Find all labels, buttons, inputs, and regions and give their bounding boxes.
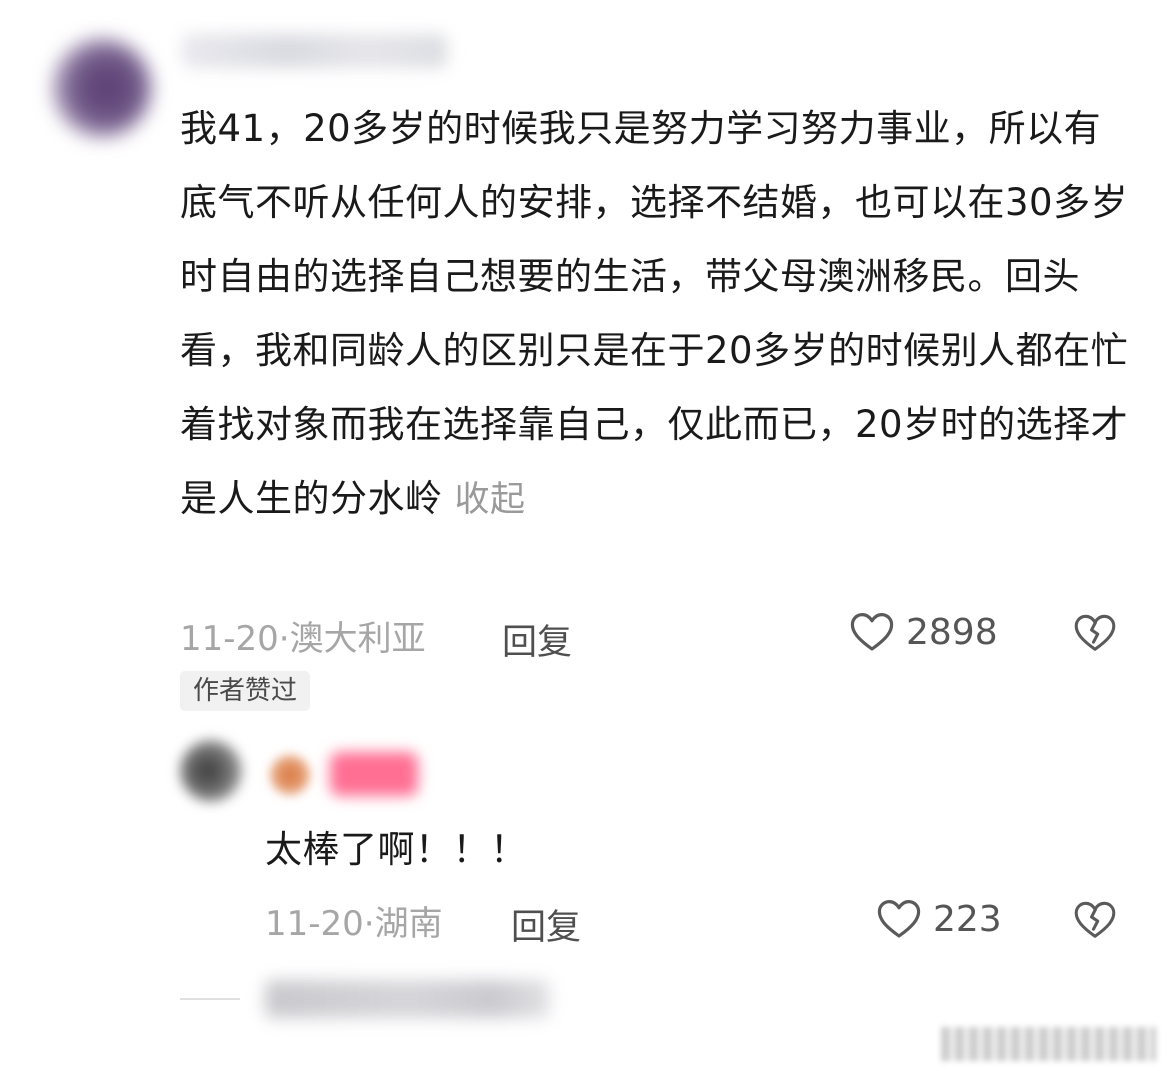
broken-heart-icon[interactable] [1072,610,1118,656]
author-liked-badge: 作者赞过 [180,671,311,711]
comment-meta: 11-20·澳大利亚 [180,610,426,660]
heart-outline-icon [850,613,894,651]
watermark-blurred [941,1027,1156,1061]
heart-outline-icon [877,900,921,938]
comment-reply-button[interactable]: 回复 [502,614,572,665]
broken-heart-icon[interactable] [1072,897,1118,943]
expand-divider [180,998,240,1000]
comment-body: 我41，20多岁的时候我只是努力学习努力事业，所以有底气不听从任何人的安排，选择… [180,92,1130,537]
collapse-link[interactable]: 收起 [455,480,526,520]
reply-time-location: 11-20·湖南 [265,903,443,944]
comment-time-location: 11-20·澳大利亚 [180,618,426,659]
comment-like-count: 2898 [906,611,998,653]
reply-meta: 11-20·湖南 [265,895,443,945]
reply-avatar[interactable] [180,740,242,802]
comment-text: 我41，20多岁的时候我只是努力学习努力事业，所以有底气不听从任何人的安排，选择… [180,107,1129,520]
commenter-avatar[interactable] [52,38,152,138]
reply-like-count: 223 [933,898,1002,940]
reply-body: 太棒了啊！！！ [265,828,528,871]
reply-username-blurred[interactable] [330,752,418,796]
commenter-username-blurred[interactable] [182,34,447,68]
reply-user-badge-icon [270,755,310,795]
reply-like-button[interactable]: 223 [875,895,1002,943]
expand-replies-blurred[interactable] [265,980,550,1018]
comment-like-button[interactable]: 2898 [848,608,998,656]
reply-reply-button[interactable]: 回复 [511,899,581,950]
